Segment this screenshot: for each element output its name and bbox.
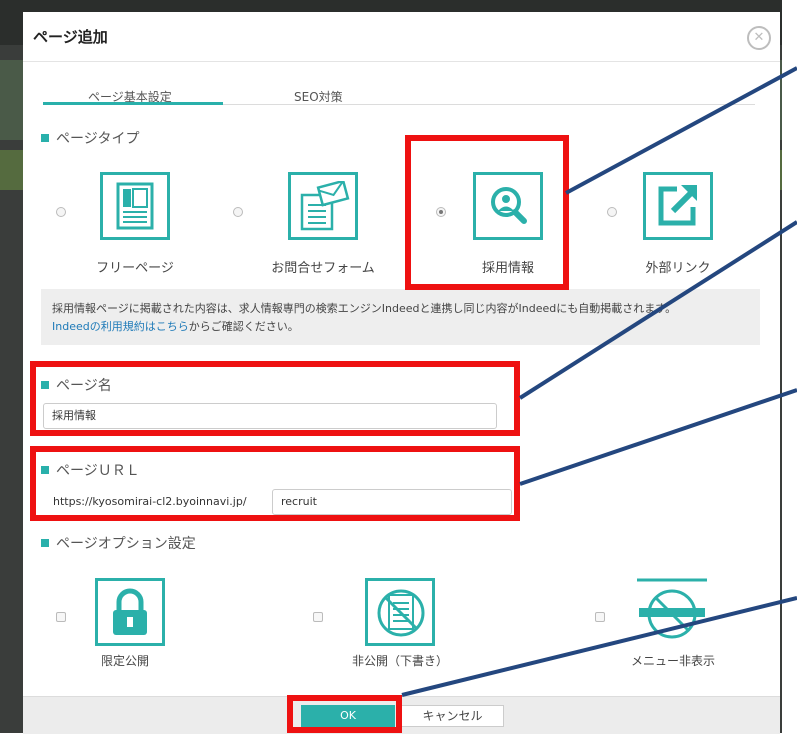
highlight-ok-button [287,695,402,733]
page-type-heading: ページタイプ [41,128,139,148]
close-icon[interactable]: ✕ [747,26,771,50]
checkbox-limited[interactable] [56,612,66,622]
free-page-label: フリーページ [96,261,174,276]
private-draft-label: 非公開（下書き） [351,654,448,668]
no-menu-icon [637,578,707,646]
highlight-page-url [30,446,520,521]
notice-text: 採用情報ページに掲載された内容は、求人情報専門の検索エンジンIndeedと連携し… [52,302,677,333]
radio-contact-form[interactable] [233,207,243,217]
section-marker-icon [41,539,49,547]
external-link-label: 外部リンク [645,261,711,276]
radio-free-page[interactable] [56,207,66,217]
section-marker-icon [41,134,49,142]
indeed-notice: 採用情報ページに掲載された内容は、求人情報専門の検索エンジンIndeedと連携し… [41,289,760,345]
tab-seo[interactable]: SEO対策 [294,88,343,105]
indeed-terms-link[interactable]: Indeedの利用規約はこちら [52,320,189,333]
highlight-recruit-type [405,135,569,290]
radio-external-link[interactable] [607,207,617,217]
page-options-heading: ページオプション設定 [41,533,196,553]
title-divider [23,61,780,62]
contact-form-label: お問合せフォーム [271,261,375,276]
hide-menu-label: メニュー非表示 [630,654,715,668]
external-link-icon[interactable] [643,172,713,240]
limited-label: 限定公開 [100,654,149,668]
dialog-title: ページ追加 [33,28,108,46]
active-tab-indicator [43,102,223,105]
highlight-page-name [30,361,520,436]
contact-form-icon[interactable] [288,172,358,240]
checkbox-private-draft[interactable] [313,612,323,622]
free-page-icon[interactable] [100,172,170,240]
right-margin [782,0,797,733]
no-document-icon [365,578,435,646]
lock-icon [95,578,165,646]
cancel-button[interactable]: キャンセル [401,705,504,727]
checkbox-hide-menu[interactable] [595,612,605,622]
